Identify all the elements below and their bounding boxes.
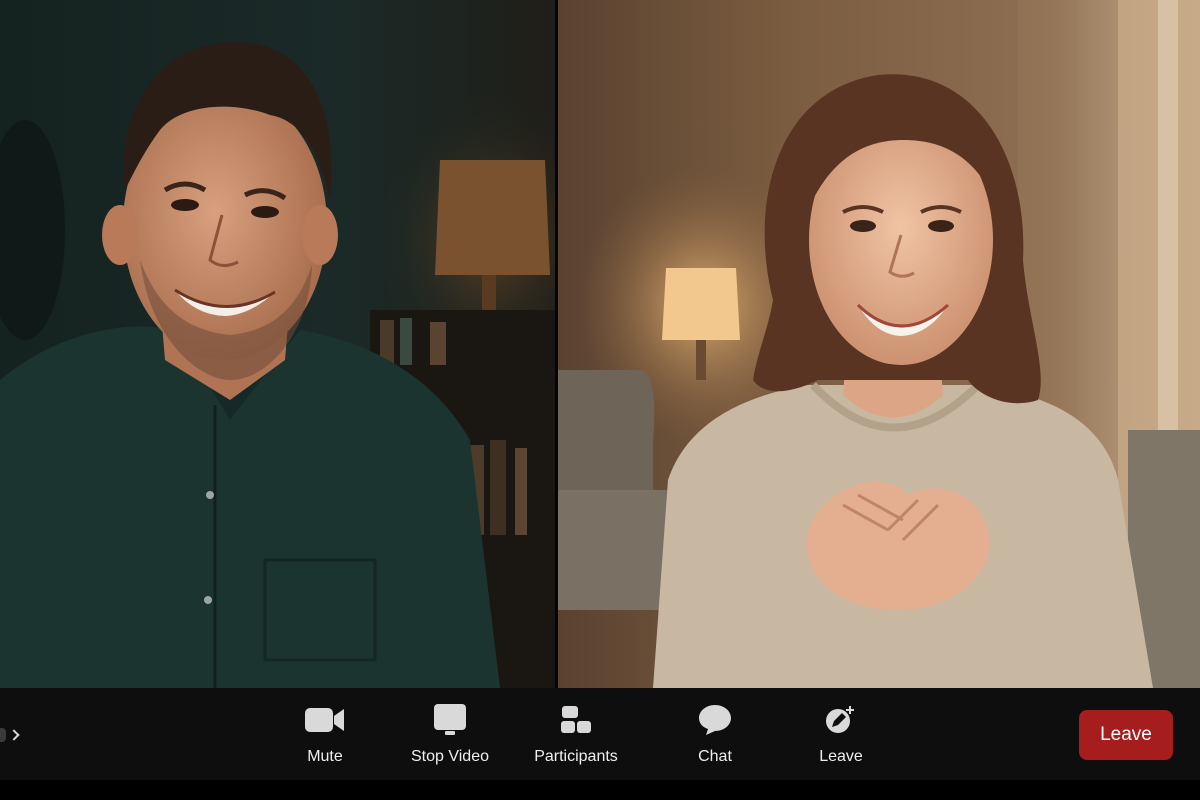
stop-video-label: Stop Video <box>411 748 489 765</box>
toolbar-left-arrow[interactable] <box>0 720 26 750</box>
participants-label: Participants <box>534 748 618 765</box>
leave-tool-button[interactable]: Leave <box>811 700 871 776</box>
chat-button[interactable]: Chat <box>685 700 745 776</box>
participant-video-man <box>0 0 555 688</box>
participant-tile-right[interactable] <box>558 0 1200 688</box>
participants-icon <box>554 700 598 740</box>
leave-button[interactable]: Leave <box>1079 710 1173 760</box>
monitor-icon <box>428 700 472 740</box>
mute-button[interactable]: Mute <box>295 700 355 776</box>
chat-label: Chat <box>698 748 732 765</box>
participants-button[interactable]: Participants <box>526 700 626 776</box>
video-camera-icon <box>303 700 347 740</box>
participant-tile-left[interactable] <box>0 0 555 688</box>
leave-tool-label: Leave <box>819 748 863 765</box>
bottom-strip <box>0 780 1200 800</box>
collapsed-panel-stub <box>0 728 6 742</box>
mute-label: Mute <box>307 748 343 765</box>
edit-plus-icon <box>819 700 863 740</box>
stop-video-button[interactable]: Stop Video <box>400 700 500 776</box>
chevron-right-icon <box>8 729 20 741</box>
video-grid <box>0 0 1200 688</box>
chat-bubble-icon <box>693 700 737 740</box>
participant-video-woman <box>558 0 1200 688</box>
